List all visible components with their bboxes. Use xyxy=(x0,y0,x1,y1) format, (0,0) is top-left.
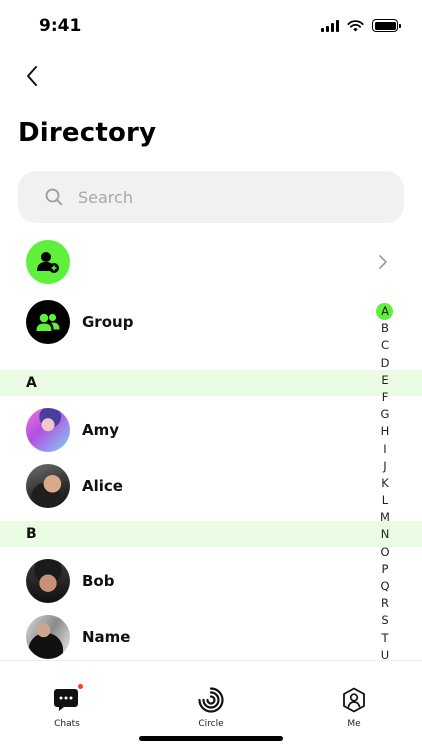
circle-icon xyxy=(198,687,224,713)
chevron-right-icon[interactable] xyxy=(378,254,388,270)
group-icon xyxy=(36,313,60,331)
alpha-index-letter[interactable]: P xyxy=(374,561,396,578)
avatar xyxy=(26,464,70,508)
contact-name: Amy xyxy=(82,421,120,439)
alpha-index-letter[interactable]: T xyxy=(374,630,396,647)
contact-row-amy[interactable]: Amy xyxy=(0,404,370,456)
add-user-icon xyxy=(37,252,59,273)
tab-me[interactable]: Me xyxy=(314,687,394,729)
avatar xyxy=(26,408,70,452)
alpha-index-letter[interactable]: C xyxy=(374,337,396,354)
unread-badge xyxy=(78,684,83,689)
back-button[interactable] xyxy=(18,62,46,90)
alpha-index-letter[interactable]: D xyxy=(374,355,396,372)
alpha-index-letter[interactable]: S xyxy=(374,612,396,629)
search-input[interactable] xyxy=(78,187,358,207)
contact-name: Alice xyxy=(82,477,123,495)
group-label: Group xyxy=(82,313,134,331)
alpha-index-letter[interactable]: A xyxy=(374,303,396,321)
tab-me-label: Me xyxy=(347,719,361,729)
alpha-index-letter[interactable]: M xyxy=(374,509,396,526)
alpha-index-letter[interactable]: I xyxy=(374,441,396,458)
add-friend-avatar xyxy=(26,240,70,284)
contact-name: Name xyxy=(82,628,131,646)
home-indicator xyxy=(139,736,283,741)
me-icon xyxy=(343,687,365,713)
page-title: Directory xyxy=(18,118,157,148)
status-time: 9:41 xyxy=(39,16,82,36)
alpha-index-letter[interactable]: J xyxy=(374,458,396,475)
avatar xyxy=(26,559,70,603)
alpha-index-letter[interactable]: B xyxy=(374,320,396,337)
tab-chats[interactable]: Chats xyxy=(27,684,107,729)
chats-icon xyxy=(54,689,78,711)
group-row[interactable]: Group xyxy=(0,294,422,350)
alpha-index-letter[interactable]: R xyxy=(374,595,396,612)
section-header-a: A xyxy=(0,370,422,396)
tab-circle[interactable]: Circle xyxy=(171,687,251,729)
alpha-index-letter[interactable]: H xyxy=(374,423,396,440)
tab-circle-label: Circle xyxy=(198,719,224,729)
alpha-index-letter[interactable]: G xyxy=(374,406,396,423)
alpha-index-letter[interactable]: O xyxy=(374,544,396,561)
alpha-index-letter[interactable]: K xyxy=(374,475,396,492)
contact-name: Bob xyxy=(82,572,115,590)
contact-row-name[interactable]: Name xyxy=(0,611,370,663)
section-header-b: B xyxy=(0,521,422,547)
search-bar[interactable] xyxy=(18,171,404,223)
back-arrow-icon xyxy=(27,66,37,86)
alpha-index-letter[interactable]: E xyxy=(374,372,396,389)
contact-row-bob[interactable]: Bob xyxy=(0,555,370,607)
signal-icon xyxy=(321,19,339,32)
group-avatar xyxy=(26,300,70,344)
battery-icon xyxy=(372,19,401,32)
status-icons xyxy=(321,19,401,32)
search-icon xyxy=(45,188,63,206)
alpha-index-letter[interactable]: L xyxy=(374,492,396,509)
avatar xyxy=(26,615,70,659)
wifi-icon xyxy=(347,19,364,31)
alpha-index-letter[interactable]: U xyxy=(374,647,396,660)
alphabet-index[interactable]: ABCDEFGHIJKLMNOPQRSTU xyxy=(374,303,396,660)
status-bar: 9:41 xyxy=(0,0,422,52)
add-friend-row[interactable] xyxy=(0,234,422,290)
alpha-index-letter[interactable]: N xyxy=(374,526,396,543)
alpha-index-letter[interactable]: Q xyxy=(374,578,396,595)
contact-row-alice[interactable]: Alice xyxy=(0,460,370,512)
tab-chats-label: Chats xyxy=(54,719,80,729)
alpha-index-letter[interactable]: F xyxy=(374,389,396,406)
